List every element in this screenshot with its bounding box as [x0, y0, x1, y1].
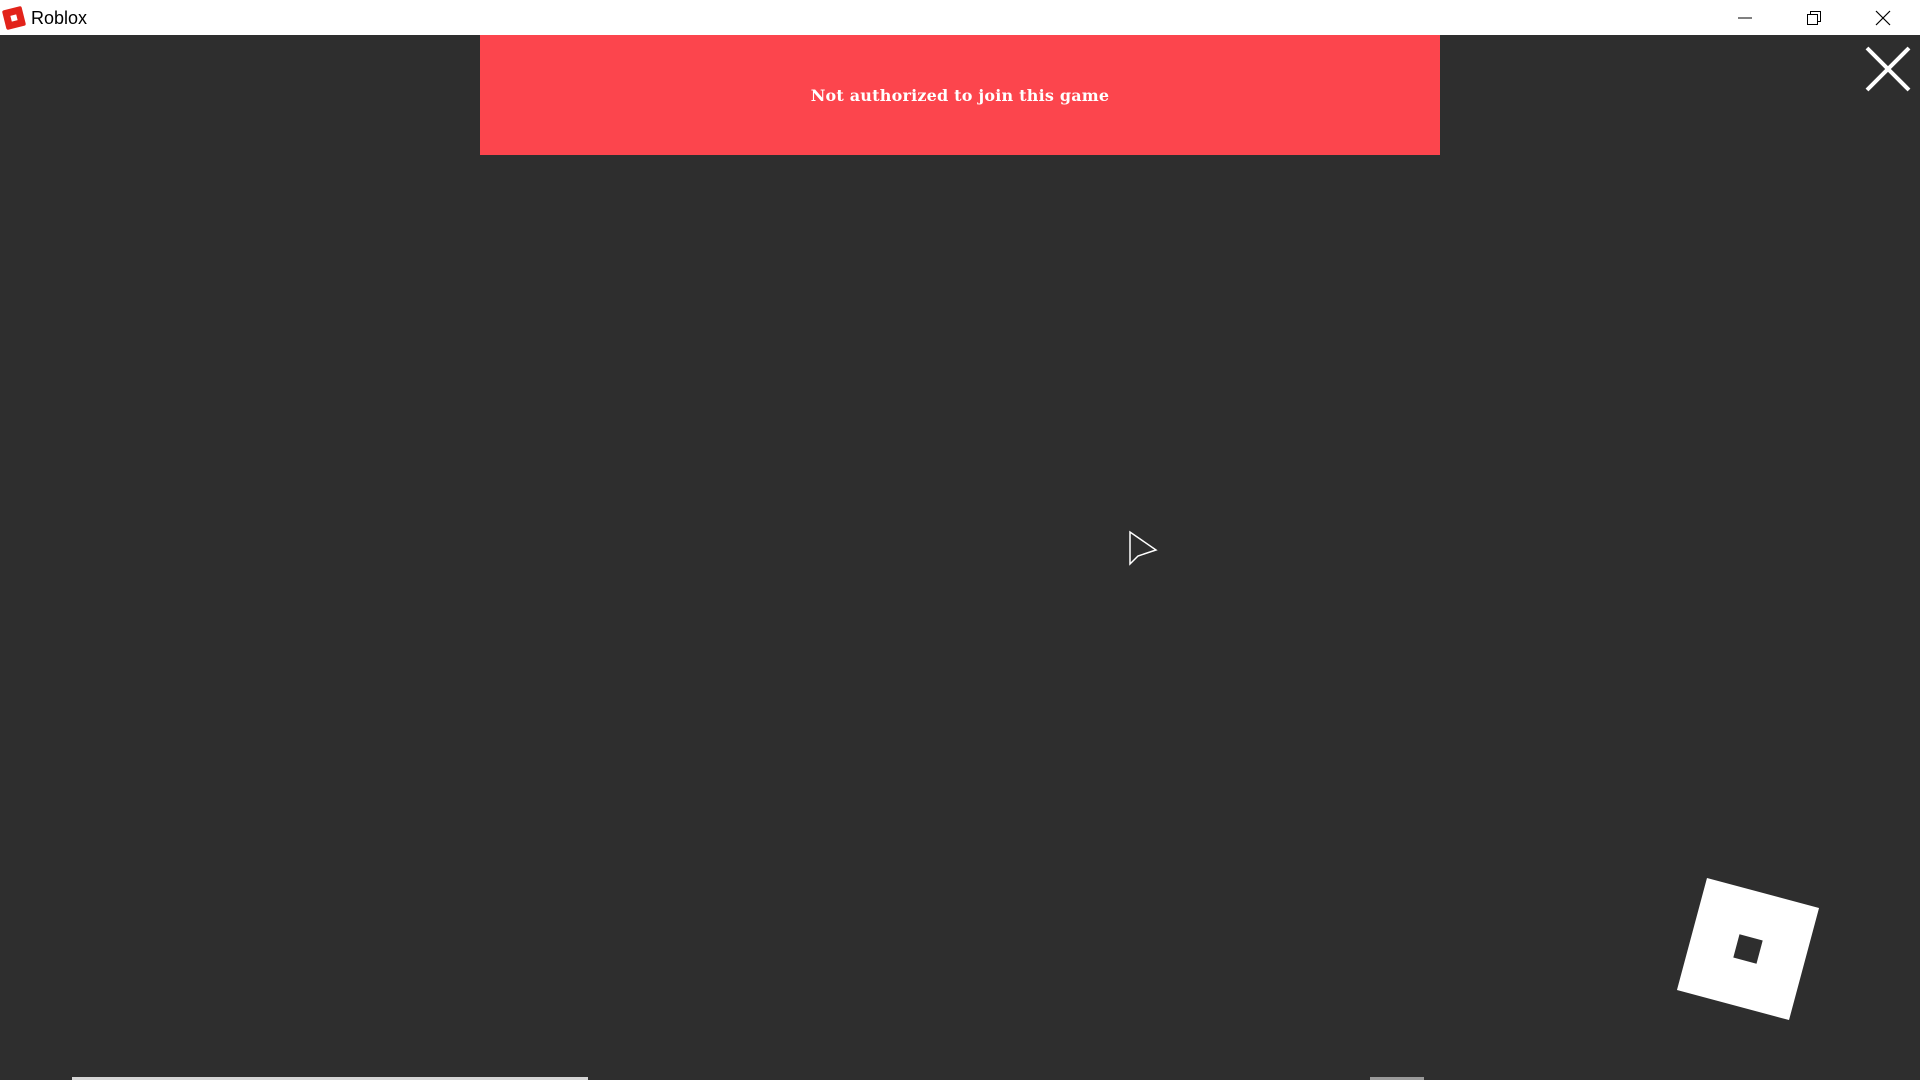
error-banner: Not authorized to join this game: [480, 35, 1440, 155]
roblox-window: Roblox Not authorized to join this game: [0, 0, 1920, 1080]
close-icon: [1875, 10, 1891, 25]
mouse-cursor-icon: [1128, 530, 1158, 570]
restore-button[interactable]: [1779, 0, 1849, 35]
close-window-button[interactable]: [1848, 0, 1918, 35]
title-bar[interactable]: Roblox: [0, 0, 1920, 35]
minimize-button[interactable]: [1710, 0, 1780, 35]
roblox-logo-icon: [1676, 877, 1820, 1021]
roblox-logo-icon: [1, 5, 27, 31]
game-viewport: Not authorized to join this game: [0, 35, 1920, 1080]
roblox-logo-hole: [1733, 934, 1763, 964]
minimize-icon: [1738, 17, 1752, 18]
window-title: Roblox: [31, 8, 88, 28]
overlay-close-button[interactable]: [1864, 45, 1912, 93]
restore-icon: [1807, 10, 1821, 25]
error-message: Not authorized to join this game: [810, 85, 1110, 105]
close-icon: [1865, 46, 1911, 92]
